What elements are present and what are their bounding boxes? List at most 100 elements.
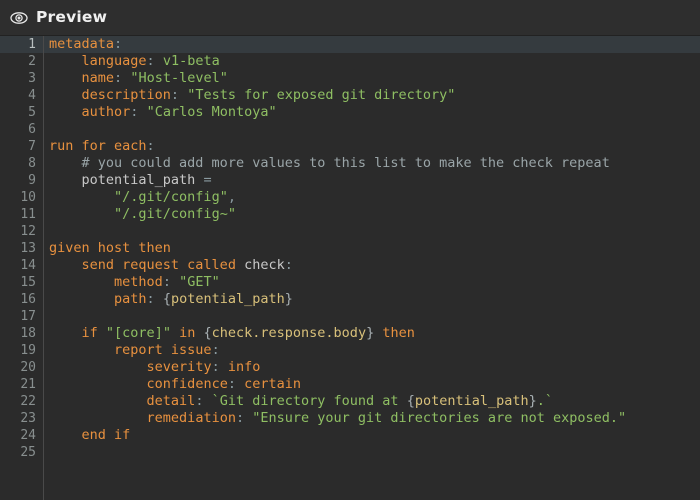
gutter-separator <box>43 36 44 500</box>
code-line[interactable]: 15 method: "GET" <box>0 274 700 291</box>
code-token: potential_path <box>170 291 285 307</box>
line-text: remediation: "Ensure your git directorie… <box>43 410 700 427</box>
code-token: : <box>146 138 155 154</box>
line-text: name: "Host-level" <box>43 70 700 87</box>
line-number: 4 <box>28 88 36 103</box>
code-line[interactable]: 8 # you could add more values to this li… <box>0 155 700 172</box>
code-token: : <box>146 291 155 307</box>
code-token: name <box>81 70 115 86</box>
line-number: 13 <box>20 241 36 256</box>
code-token: potential_path <box>414 393 529 409</box>
code-lines-container[interactable]: 1 metadata: 2 language: v1-beta 3 name: "Ho… <box>0 36 700 461</box>
code-line[interactable]: 11 "/.git/config~" <box>0 206 700 223</box>
preview-header: Preview <box>0 0 700 36</box>
code-line[interactable]: 21 confidence: certain <box>0 376 700 393</box>
line-number: 14 <box>20 258 36 273</box>
code-token: .` <box>536 393 554 409</box>
code-line[interactable]: 24 end if <box>0 427 700 444</box>
line-number: 24 <box>20 428 36 443</box>
code-line[interactable]: 25 <box>0 444 700 461</box>
code-token: detail <box>146 393 196 409</box>
code-line[interactable]: 13 given host then <box>0 240 700 257</box>
line-number: 10 <box>20 190 36 205</box>
code-token: "/.git/config~" <box>114 206 236 222</box>
line-number: 5 <box>28 105 36 120</box>
line-number: 19 <box>20 343 36 358</box>
code-token: certain <box>244 376 302 392</box>
code-token: then <box>382 325 415 341</box>
line-number: 15 <box>20 275 36 290</box>
line-number: 23 <box>20 411 36 426</box>
code-line[interactable]: 2 language: v1-beta <box>0 53 700 70</box>
line-number: 25 <box>20 445 36 460</box>
code-line[interactable]: 10 "/.git/config", <box>0 189 700 206</box>
eye-icon <box>10 9 28 27</box>
line-text: method: "GET" <box>43 274 700 291</box>
code-token: { <box>406 393 415 409</box>
code-token: check <box>244 257 285 273</box>
code-line[interactable]: 9 potential_path = <box>0 172 700 189</box>
line-text: given host then <box>43 240 700 257</box>
line-text: metadata: <box>43 36 700 53</box>
code-token: { <box>203 325 212 341</box>
line-text: severity: info <box>43 359 700 376</box>
code-token: method <box>114 274 163 290</box>
code-token: end if <box>81 427 131 443</box>
code-token: given host then <box>49 240 171 256</box>
code-line[interactable]: 6 <box>0 121 700 138</box>
line-number: 3 <box>28 71 36 86</box>
line-number: 20 <box>20 360 36 375</box>
code-line[interactable]: 20 severity: info <box>0 359 700 376</box>
code-token: "Carlos Montoya" <box>146 104 277 120</box>
code-line[interactable]: 5 author: "Carlos Montoya" <box>0 104 700 121</box>
code-line[interactable]: 3 name: "Host-level" <box>0 70 700 87</box>
code-editor[interactable]: 1 metadata: 2 language: v1-beta 3 name: "Ho… <box>0 36 700 500</box>
code-line[interactable]: 19 report issue: <box>0 342 700 359</box>
code-line[interactable]: 4 description: "Tests for exposed git di… <box>0 87 700 104</box>
code-token: info <box>227 359 261 375</box>
line-text: description: "Tests for exposed git dire… <box>43 87 700 104</box>
line-text: end if <box>43 427 700 444</box>
code-line[interactable]: 22 detail: `Git directory found at {pote… <box>0 393 700 410</box>
code-line[interactable]: 12 <box>0 223 700 240</box>
line-number: 16 <box>20 292 36 307</box>
code-token: author <box>81 104 131 120</box>
line-number: 6 <box>28 122 36 137</box>
code-line[interactable]: 14 send request called check: <box>0 257 700 274</box>
code-token: : <box>146 53 155 69</box>
code-token: v1-beta <box>162 53 220 69</box>
code-line[interactable]: 1 metadata: <box>0 36 700 53</box>
line-number: 12 <box>20 224 36 239</box>
code-token: : <box>211 342 220 358</box>
code-line[interactable]: 23 remediation: "Ensure your git directo… <box>0 410 700 427</box>
code-token: : <box>211 359 220 375</box>
line-text: path: {potential_path} <box>43 291 700 308</box>
code-line[interactable]: 18 if "[core]" in {check.response.body} … <box>0 325 700 342</box>
code-token: : <box>284 257 293 273</box>
code-line[interactable]: 16 path: {potential_path} <box>0 291 700 308</box>
line-number: 22 <box>20 394 36 409</box>
code-token: remediation <box>146 410 236 426</box>
code-line[interactable]: 7 run for each: <box>0 138 700 155</box>
code-token: : <box>170 87 180 103</box>
line-number: 1 <box>28 37 36 52</box>
code-token: { <box>162 291 171 307</box>
code-line[interactable]: 17 <box>0 308 700 325</box>
